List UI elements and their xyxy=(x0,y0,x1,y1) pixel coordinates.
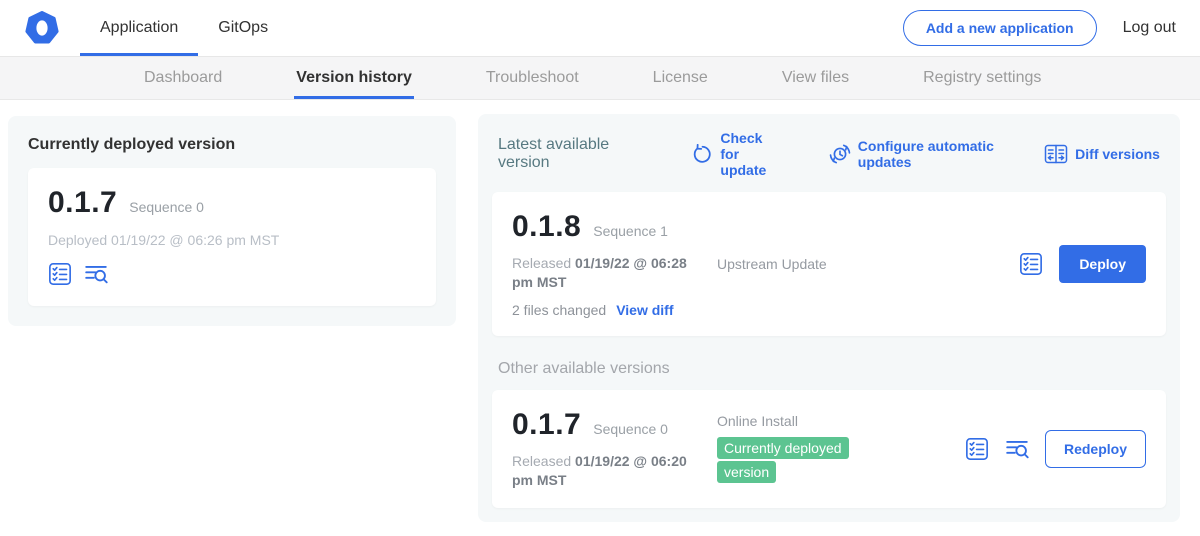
deployed-timestamp: Deployed 01/19/22 @ 06:26 pm MST xyxy=(48,232,416,248)
subnav-license-label: License xyxy=(653,69,708,87)
subnav-view-files[interactable]: View files xyxy=(780,57,851,99)
deployed-version-number: 0.1.7 xyxy=(48,186,117,220)
app-logo-icon xyxy=(24,10,60,46)
redeploy-button[interactable]: Redeploy xyxy=(1045,430,1146,468)
subnav-dashboard-label: Dashboard xyxy=(144,69,222,87)
latest-sequence-label: Sequence 1 xyxy=(593,223,668,239)
check-for-update-link[interactable]: Check for update xyxy=(692,130,784,178)
subnav-view-files-label: View files xyxy=(782,69,849,87)
latest-version-info: 0.1.8 Sequence 1 Released 01/19/22 @ 06:… xyxy=(512,210,717,318)
deployed-card-actions xyxy=(48,262,416,286)
tab-gitops[interactable]: GitOps xyxy=(198,0,288,56)
other-versions-title: Other available versions xyxy=(498,360,1166,378)
tab-application[interactable]: Application xyxy=(80,0,198,56)
other-sequence-label: Sequence 0 xyxy=(593,421,668,437)
app-subnav: Dashboard Version history Troubleshoot L… xyxy=(0,57,1200,100)
other-version-number: 0.1.7 xyxy=(512,408,581,442)
currently-deployed-title: Currently deployed version xyxy=(28,136,436,154)
deployed-version-row: 0.1.7 Sequence 0 xyxy=(48,186,416,220)
other-version-source-block: Online Install Currently deployed versio… xyxy=(717,413,965,484)
files-changed-label: 2 files changed xyxy=(512,302,606,318)
released-prefix: Released xyxy=(512,255,571,271)
check-for-update-label: Check for update xyxy=(720,130,784,178)
subnav-version-history-label: Version history xyxy=(296,69,412,87)
subnav-dashboard[interactable]: Dashboard xyxy=(142,57,224,99)
files-changed-row: 2 files changed View diff xyxy=(512,302,717,318)
other-version-actions: Redeploy xyxy=(965,430,1146,468)
configure-automatic-updates-label: Configure automatic updates xyxy=(858,138,1000,170)
available-versions-panel: Latest available version Check for updat… xyxy=(478,114,1180,522)
release-notes-search-icon[interactable] xyxy=(84,262,108,286)
release-notes-search-icon[interactable] xyxy=(1005,437,1029,461)
latest-version-actions: Deploy xyxy=(1019,245,1146,283)
app-screen: Application GitOps Add a new application… xyxy=(0,0,1200,536)
diff-versions-icon xyxy=(1044,144,1068,164)
other-released-timestamp: Released 01/19/22 @ 06:20 pm MST xyxy=(512,452,707,490)
top-header: Application GitOps Add a new application… xyxy=(0,0,1200,57)
subnav-license[interactable]: License xyxy=(651,57,710,99)
latest-available-title: Latest available version xyxy=(498,136,648,173)
tab-gitops-label: GitOps xyxy=(218,19,268,37)
app-logo xyxy=(24,0,60,56)
diff-versions-label: Diff versions xyxy=(1075,146,1160,162)
main-content: Currently deployed version 0.1.7 Sequenc… xyxy=(0,100,1200,522)
subnav-troubleshoot-label: Troubleshoot xyxy=(486,69,579,87)
latest-version-card: 0.1.8 Sequence 1 Released 01/19/22 @ 06:… xyxy=(492,192,1166,336)
deployed-version-card: 0.1.7 Sequence 0 Deployed 01/19/22 @ 06:… xyxy=(28,168,436,306)
refresh-icon xyxy=(692,144,713,165)
latest-version-source: Upstream Update xyxy=(717,256,1019,272)
tab-application-label: Application xyxy=(100,19,178,37)
latest-released-timestamp: Released 01/19/22 @ 06:28 pm MST xyxy=(512,254,707,292)
preflight-checks-icon[interactable] xyxy=(965,437,989,461)
top-nav: Application GitOps xyxy=(80,0,288,56)
currently-deployed-panel: Currently deployed version 0.1.7 Sequenc… xyxy=(8,116,456,326)
deploy-button[interactable]: Deploy xyxy=(1059,245,1146,283)
subnav-registry-settings-label: Registry settings xyxy=(923,69,1041,87)
deployed-badge-wrap: Currently deployed version xyxy=(717,436,859,484)
other-version-info: 0.1.7 Sequence 0 Released 01/19/22 @ 06:… xyxy=(512,408,717,490)
latest-version-number: 0.1.8 xyxy=(512,210,581,244)
add-application-button[interactable]: Add a new application xyxy=(903,10,1097,46)
preflight-checks-icon[interactable] xyxy=(48,262,72,286)
deployed-sequence-label: Sequence 0 xyxy=(129,199,204,215)
currently-deployed-badge: Currently deployed version xyxy=(717,437,849,483)
configure-automatic-updates-link[interactable]: Configure automatic updates xyxy=(829,138,1000,170)
released-prefix: Released xyxy=(512,453,571,469)
preflight-checks-icon[interactable] xyxy=(1019,252,1043,276)
header-actions: Add a new application Log out xyxy=(903,0,1200,56)
subnav-troubleshoot[interactable]: Troubleshoot xyxy=(484,57,581,99)
subnav-version-history[interactable]: Version history xyxy=(294,57,414,99)
other-version-source: Online Install xyxy=(717,413,965,429)
subnav-registry-settings[interactable]: Registry settings xyxy=(921,57,1043,99)
logout-link[interactable]: Log out xyxy=(1123,19,1176,37)
available-header: Latest available version Check for updat… xyxy=(492,130,1166,178)
auto-update-schedule-icon xyxy=(829,143,851,165)
view-diff-link[interactable]: View diff xyxy=(616,302,673,318)
diff-versions-link[interactable]: Diff versions xyxy=(1044,144,1160,164)
other-version-card: 0.1.7 Sequence 0 Released 01/19/22 @ 06:… xyxy=(492,390,1166,508)
